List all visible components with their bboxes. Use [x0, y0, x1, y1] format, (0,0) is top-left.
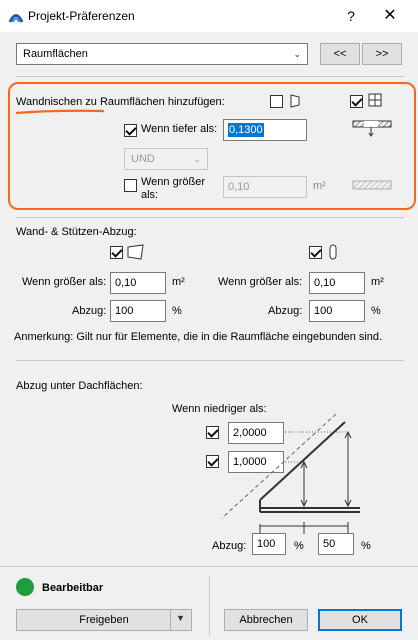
wall-icon — [127, 244, 144, 260]
status-label: Bearbeitbar — [42, 582, 104, 594]
column-abzug-unit: % — [371, 305, 381, 317]
roof-header: Abzug unter Dachflächen: — [16, 380, 143, 392]
roof-abzug2-value: 50 — [323, 538, 336, 550]
ok-button[interactable]: OK — [318, 609, 402, 631]
divider — [0, 566, 418, 567]
roof-abzug1-value: 100 — [257, 538, 276, 550]
wall-larger-label: Wenn größer als: — [22, 276, 107, 288]
wall-column-header: Wand- & Stützen-Abzug: — [16, 226, 137, 238]
panel-dropdown-value: Raumflächen — [23, 48, 88, 60]
previous-button[interactable]: << — [320, 43, 360, 65]
app-logo-icon — [8, 14, 24, 23]
wall-abzug-input[interactable]: 100 — [110, 300, 166, 322]
wall-larger-unit: m² — [172, 276, 185, 288]
wall-larger-value: 0,10 — [115, 277, 137, 289]
wall-deduction-checkbox[interactable] — [110, 246, 123, 259]
highlight-annotation — [8, 82, 416, 210]
divider — [16, 217, 404, 218]
close-button[interactable]: ✕ — [370, 6, 410, 26]
column-larger-value: 0,10 — [314, 277, 336, 289]
column-deduction-checkbox[interactable] — [309, 246, 322, 259]
wall-abzug-unit: % — [172, 305, 182, 317]
column-icon — [329, 244, 337, 260]
share-button[interactable]: Freigeben — [16, 609, 192, 631]
roof-abzug2-input[interactable]: 50 — [318, 533, 354, 555]
roof-abzug1-unit: % — [294, 540, 304, 552]
roof-abzug2-unit: % — [361, 540, 371, 552]
column-abzug-label: Abzug: — [268, 305, 303, 317]
chevron-down-icon: ⌄ — [293, 49, 301, 59]
roof-abzug-label: Abzug: — [212, 540, 247, 552]
column-abzug-input[interactable]: 100 — [309, 300, 365, 322]
status-indicator — [16, 578, 34, 596]
divider — [16, 76, 404, 77]
roof-abzug1-input[interactable]: 100 — [252, 533, 286, 555]
column-larger-label: Wenn größer als: — [218, 276, 303, 288]
help-button[interactable]: ? — [336, 6, 366, 26]
column-larger-unit: m² — [371, 276, 384, 288]
divider — [16, 360, 404, 361]
roof-section-diagram — [221, 414, 360, 534]
split-divider — [170, 609, 171, 631]
wall-abzug-label: Abzug: — [72, 305, 107, 317]
cancel-button[interactable]: Abbrechen — [224, 609, 308, 631]
share-button-label: Freigeben — [79, 614, 129, 626]
wall-column-note: Anmerkung: Gilt nur für Elemente, die in… — [14, 331, 383, 343]
caret-down-icon[interactable]: ▼ — [176, 613, 185, 623]
window-title: Projekt-Präferenzen — [28, 9, 135, 23]
panel-dropdown[interactable]: Raumflächen ⌄ — [16, 43, 308, 65]
column-larger-input[interactable]: 0,10 — [309, 272, 365, 294]
wall-larger-input[interactable]: 0,10 — [110, 272, 166, 294]
column-abzug-value: 100 — [314, 305, 333, 317]
footer-divider — [209, 576, 210, 636]
underline-annotation — [15, 109, 105, 115]
next-button[interactable]: >> — [362, 43, 402, 65]
wall-abzug-value: 100 — [115, 305, 134, 317]
